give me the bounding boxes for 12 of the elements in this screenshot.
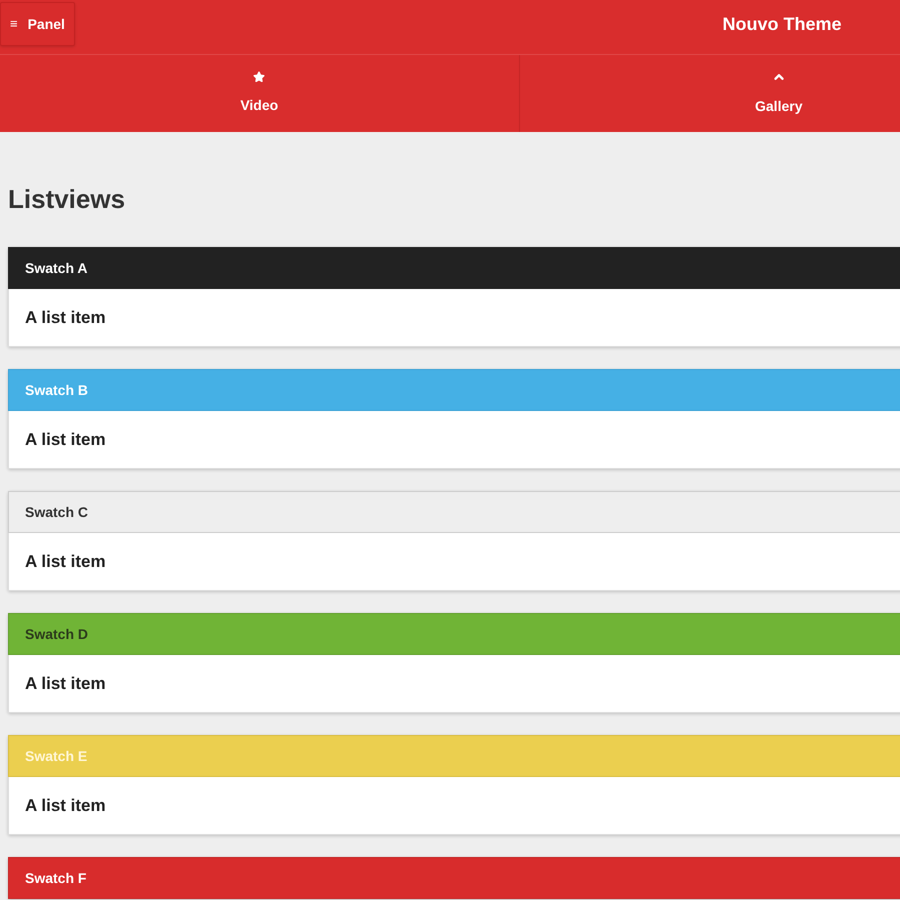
list-item[interactable]: A list item xyxy=(8,777,900,835)
list-item[interactable]: A list item xyxy=(8,655,900,713)
page-heading: Listviews xyxy=(8,183,126,216)
list-item[interactable]: A list item xyxy=(8,533,900,591)
navbar-tab[interactable]: Video xyxy=(0,55,518,132)
page-title: Nouvo Theme xyxy=(721,12,842,36)
list-item[interactable]: A list item xyxy=(8,411,900,469)
menu-icon: ≡ xyxy=(10,14,18,34)
list-item[interactable]: A list item xyxy=(8,289,900,347)
star-icon xyxy=(253,71,266,83)
panel-button[interactable]: ≡ Panel xyxy=(0,2,75,46)
navbar-tab[interactable]: Gallery xyxy=(518,55,900,132)
